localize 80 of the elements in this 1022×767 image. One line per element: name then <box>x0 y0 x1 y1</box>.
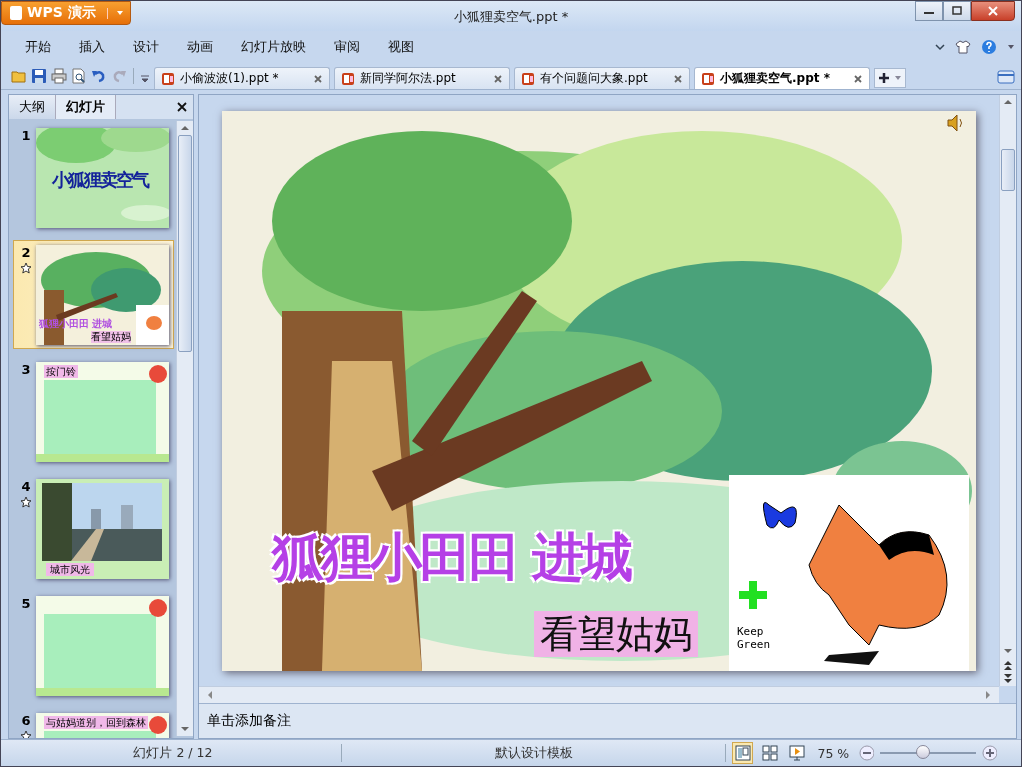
zoom-percent: 75 % <box>817 745 850 761</box>
slideshow-button[interactable] <box>786 742 808 764</box>
tab-label: 小狐狸卖空气.ppt * <box>720 70 831 87</box>
close-tab-icon[interactable] <box>853 73 863 84</box>
new-tab-button[interactable] <box>874 68 906 88</box>
maximize-icon <box>950 6 964 16</box>
logo-icon <box>10 6 22 20</box>
slide-title: 小狐狸卖空气 <box>52 168 148 192</box>
slide-thumbnail[interactable]: 2 狐狸小田田 进城 看望姑妈 <box>13 240 174 349</box>
zoom-out-icon[interactable] <box>859 745 875 761</box>
menu-item[interactable]: 幻灯片放映 <box>229 34 318 60</box>
plus-icon <box>878 72 890 84</box>
shirt-icon[interactable] <box>955 40 971 54</box>
menu-item[interactable]: 动画 <box>175 34 225 60</box>
help-icon[interactable] <box>981 39 997 55</box>
slide-thumbnail[interactable]: 1 小狐狸卖空气 <box>13 123 174 232</box>
menu-item[interactable]: 插入 <box>67 34 117 60</box>
tab-label: 小偷波波(1).ppt * <box>180 70 280 87</box>
notes-placeholder: 单击添加备注 <box>207 712 291 730</box>
template-name: 默认设计模板 <box>493 744 574 762</box>
document-tab[interactable]: 小偷波波(1).ppt * <box>154 67 330 89</box>
slide-number: 4 <box>21 479 31 494</box>
tab-label: 有个问题问大象.ppt <box>540 70 649 87</box>
menu-item[interactable]: 开始 <box>13 34 63 60</box>
close-tab-icon[interactable] <box>313 73 323 84</box>
panel-tab[interactable]: 大纲 <box>9 95 56 119</box>
caption: Keep Green <box>737 624 772 651</box>
print-preview-icon[interactable] <box>71 68 87 84</box>
normal-view-button[interactable] <box>732 742 754 764</box>
scrollbar-thumb[interactable] <box>178 135 192 352</box>
menu-item[interactable]: 设计 <box>121 34 171 60</box>
close-icon[interactable] <box>177 102 187 112</box>
panel-tab[interactable]: 幻灯片 <box>56 95 116 119</box>
print-icon[interactable] <box>51 68 67 84</box>
slide-thumbnail[interactable]: 5 <box>13 591 174 700</box>
notes-field[interactable]: 单击添加备注 <box>199 703 1016 738</box>
slide-number: 5 <box>21 596 31 611</box>
slide-title: 狐狸小田田 进城 <box>39 317 113 331</box>
slide-title: 与姑妈道别，回到森林 <box>44 716 148 729</box>
slide-title: 城市风光 <box>46 563 94 576</box>
document-tab[interactable]: 小狐狸卖空气.ppt * <box>694 67 870 89</box>
zoom-in-icon[interactable] <box>981 745 997 761</box>
caret-icon <box>894 74 902 82</box>
slide-title: 按门铃 <box>44 365 78 378</box>
close-tab-icon[interactable] <box>493 73 503 84</box>
caret-icon <box>115 8 124 17</box>
slide-counter: 幻灯片 2 / 12 <box>132 744 214 762</box>
maximize-button[interactable] <box>943 1 971 21</box>
dropdown-icon[interactable] <box>140 74 150 84</box>
document-tab[interactable]: 有个问题问大象.ppt <box>514 67 690 89</box>
slide-thumbnail[interactable]: 4 城市风光 <box>13 474 174 583</box>
minimize-button[interactable] <box>915 1 943 21</box>
document-tab[interactable]: 新同学阿尔法.ppt <box>334 67 510 89</box>
window-layout-icon[interactable] <box>997 70 1015 84</box>
slide-number: 3 <box>21 362 31 377</box>
save-icon[interactable] <box>31 68 47 84</box>
slide-number: 2 <box>21 245 31 260</box>
slide-number: 1 <box>21 128 31 143</box>
undo-icon[interactable] <box>91 68 107 84</box>
close-button[interactable] <box>971 1 1015 21</box>
chevron-icon[interactable] <box>935 42 945 52</box>
menu-item[interactable]: 审阅 <box>322 34 372 60</box>
tab-label: 新同学阿尔法.ppt <box>360 70 457 87</box>
slide-thumbnail[interactable]: 6 与姑妈道别，回到森林 <box>13 708 174 738</box>
slide-subtitle: 看望姑妈 <box>534 610 698 657</box>
close-tab-icon[interactable] <box>673 73 683 84</box>
caret-icon[interactable] <box>1007 43 1015 51</box>
presentation-file-icon <box>701 71 715 86</box>
window-title: 小狐狸卖空气.ppt * <box>453 8 569 26</box>
close-icon <box>986 6 1000 16</box>
slide-subtitle: 看望姑妈 <box>91 331 131 343</box>
slide-sorter-button[interactable] <box>759 742 781 764</box>
slide-thumbnail[interactable]: 3 按门铃 <box>13 357 174 466</box>
presentation-file-icon <box>161 71 175 86</box>
presentation-file-icon <box>341 71 355 86</box>
scrollbar-thumb[interactable] <box>1001 149 1015 191</box>
zoom-slider-thumb[interactable] <box>916 745 931 759</box>
menu-item[interactable]: 视图 <box>376 34 426 60</box>
slide-number: 6 <box>21 713 31 728</box>
presentation-file-icon <box>521 71 535 86</box>
